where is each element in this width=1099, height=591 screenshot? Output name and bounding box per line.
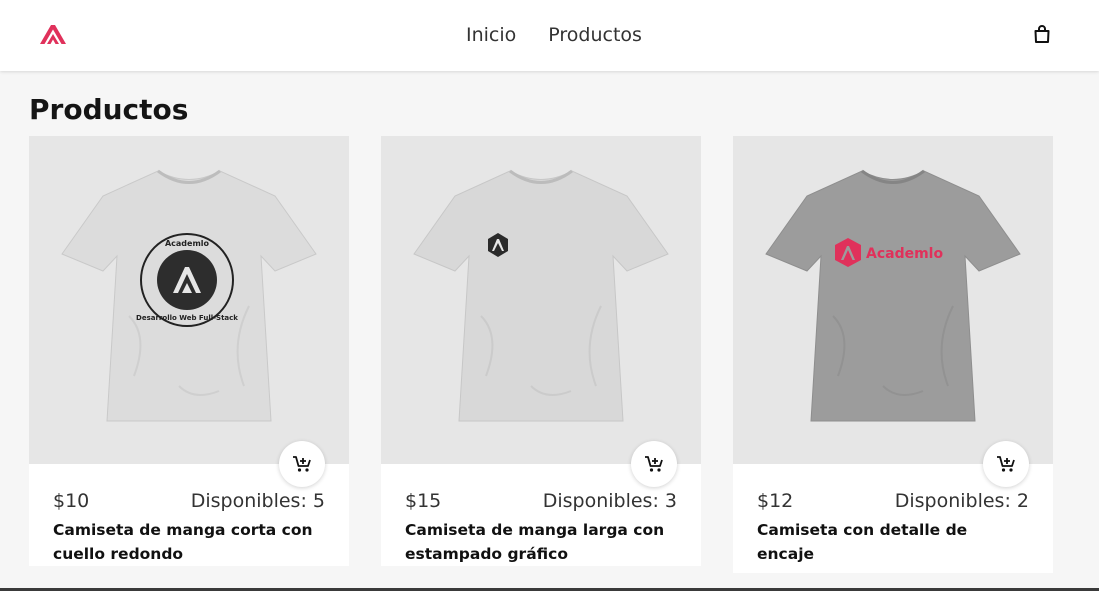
page-title: Productos — [29, 93, 189, 126]
product-name: Camiseta de manga larga con estampado gr… — [405, 521, 665, 563]
product-card: Academlo $12 Disponibles: 2 Camiseta con… — [733, 136, 1053, 573]
product-stock: Disponibles: 5 — [190, 490, 325, 512]
tshirt-image — [413, 169, 669, 422]
product-image[interactable] — [381, 136, 701, 464]
product-image[interactable]: Academlo Desarrollo Web Full-Stack — [29, 136, 349, 464]
product-stock: Disponibles: 3 — [542, 490, 677, 512]
shopping-bag-icon[interactable] — [1031, 23, 1053, 45]
product-price: $15 — [405, 490, 442, 512]
print-bottom-text: Desarrollo Web Full-Stack — [136, 314, 238, 322]
nav-link-inicio[interactable]: Inicio — [466, 22, 516, 48]
main-nav: Inicio Productos — [466, 22, 642, 48]
cart-plus-icon — [645, 456, 663, 472]
tshirt-image: Academlo — [765, 169, 1021, 422]
top-navbar: Inicio Productos — [0, 0, 1099, 71]
product-price: $10 — [53, 490, 90, 512]
cart-plus-icon — [997, 456, 1015, 472]
product-name: Camiseta con detalle de encaje — [757, 521, 968, 563]
product-stock: Disponibles: 2 — [894, 490, 1029, 512]
product-name: Camiseta de manga corta con cuello redon… — [53, 521, 313, 563]
product-card: $15 Disponibles: 3 Camiseta de manga lar… — [381, 136, 701, 566]
cart-plus-icon — [293, 456, 311, 472]
print-brand-text: Academlo — [866, 246, 943, 262]
academlo-logo-icon[interactable] — [38, 23, 68, 46]
nav-link-productos[interactable]: Productos — [548, 22, 642, 48]
add-to-cart-button[interactable] — [279, 441, 325, 487]
add-to-cart-button[interactable] — [983, 441, 1029, 487]
print-top-text: Academlo — [165, 239, 210, 248]
product-price: $12 — [757, 490, 794, 512]
product-card: Academlo Desarrollo Web Full-Stack $10 D… — [29, 136, 349, 566]
add-to-cart-button[interactable] — [631, 441, 677, 487]
product-image[interactable]: Academlo — [733, 136, 1053, 464]
tshirt-image: Academlo Desarrollo Web Full-Stack — [61, 169, 317, 422]
